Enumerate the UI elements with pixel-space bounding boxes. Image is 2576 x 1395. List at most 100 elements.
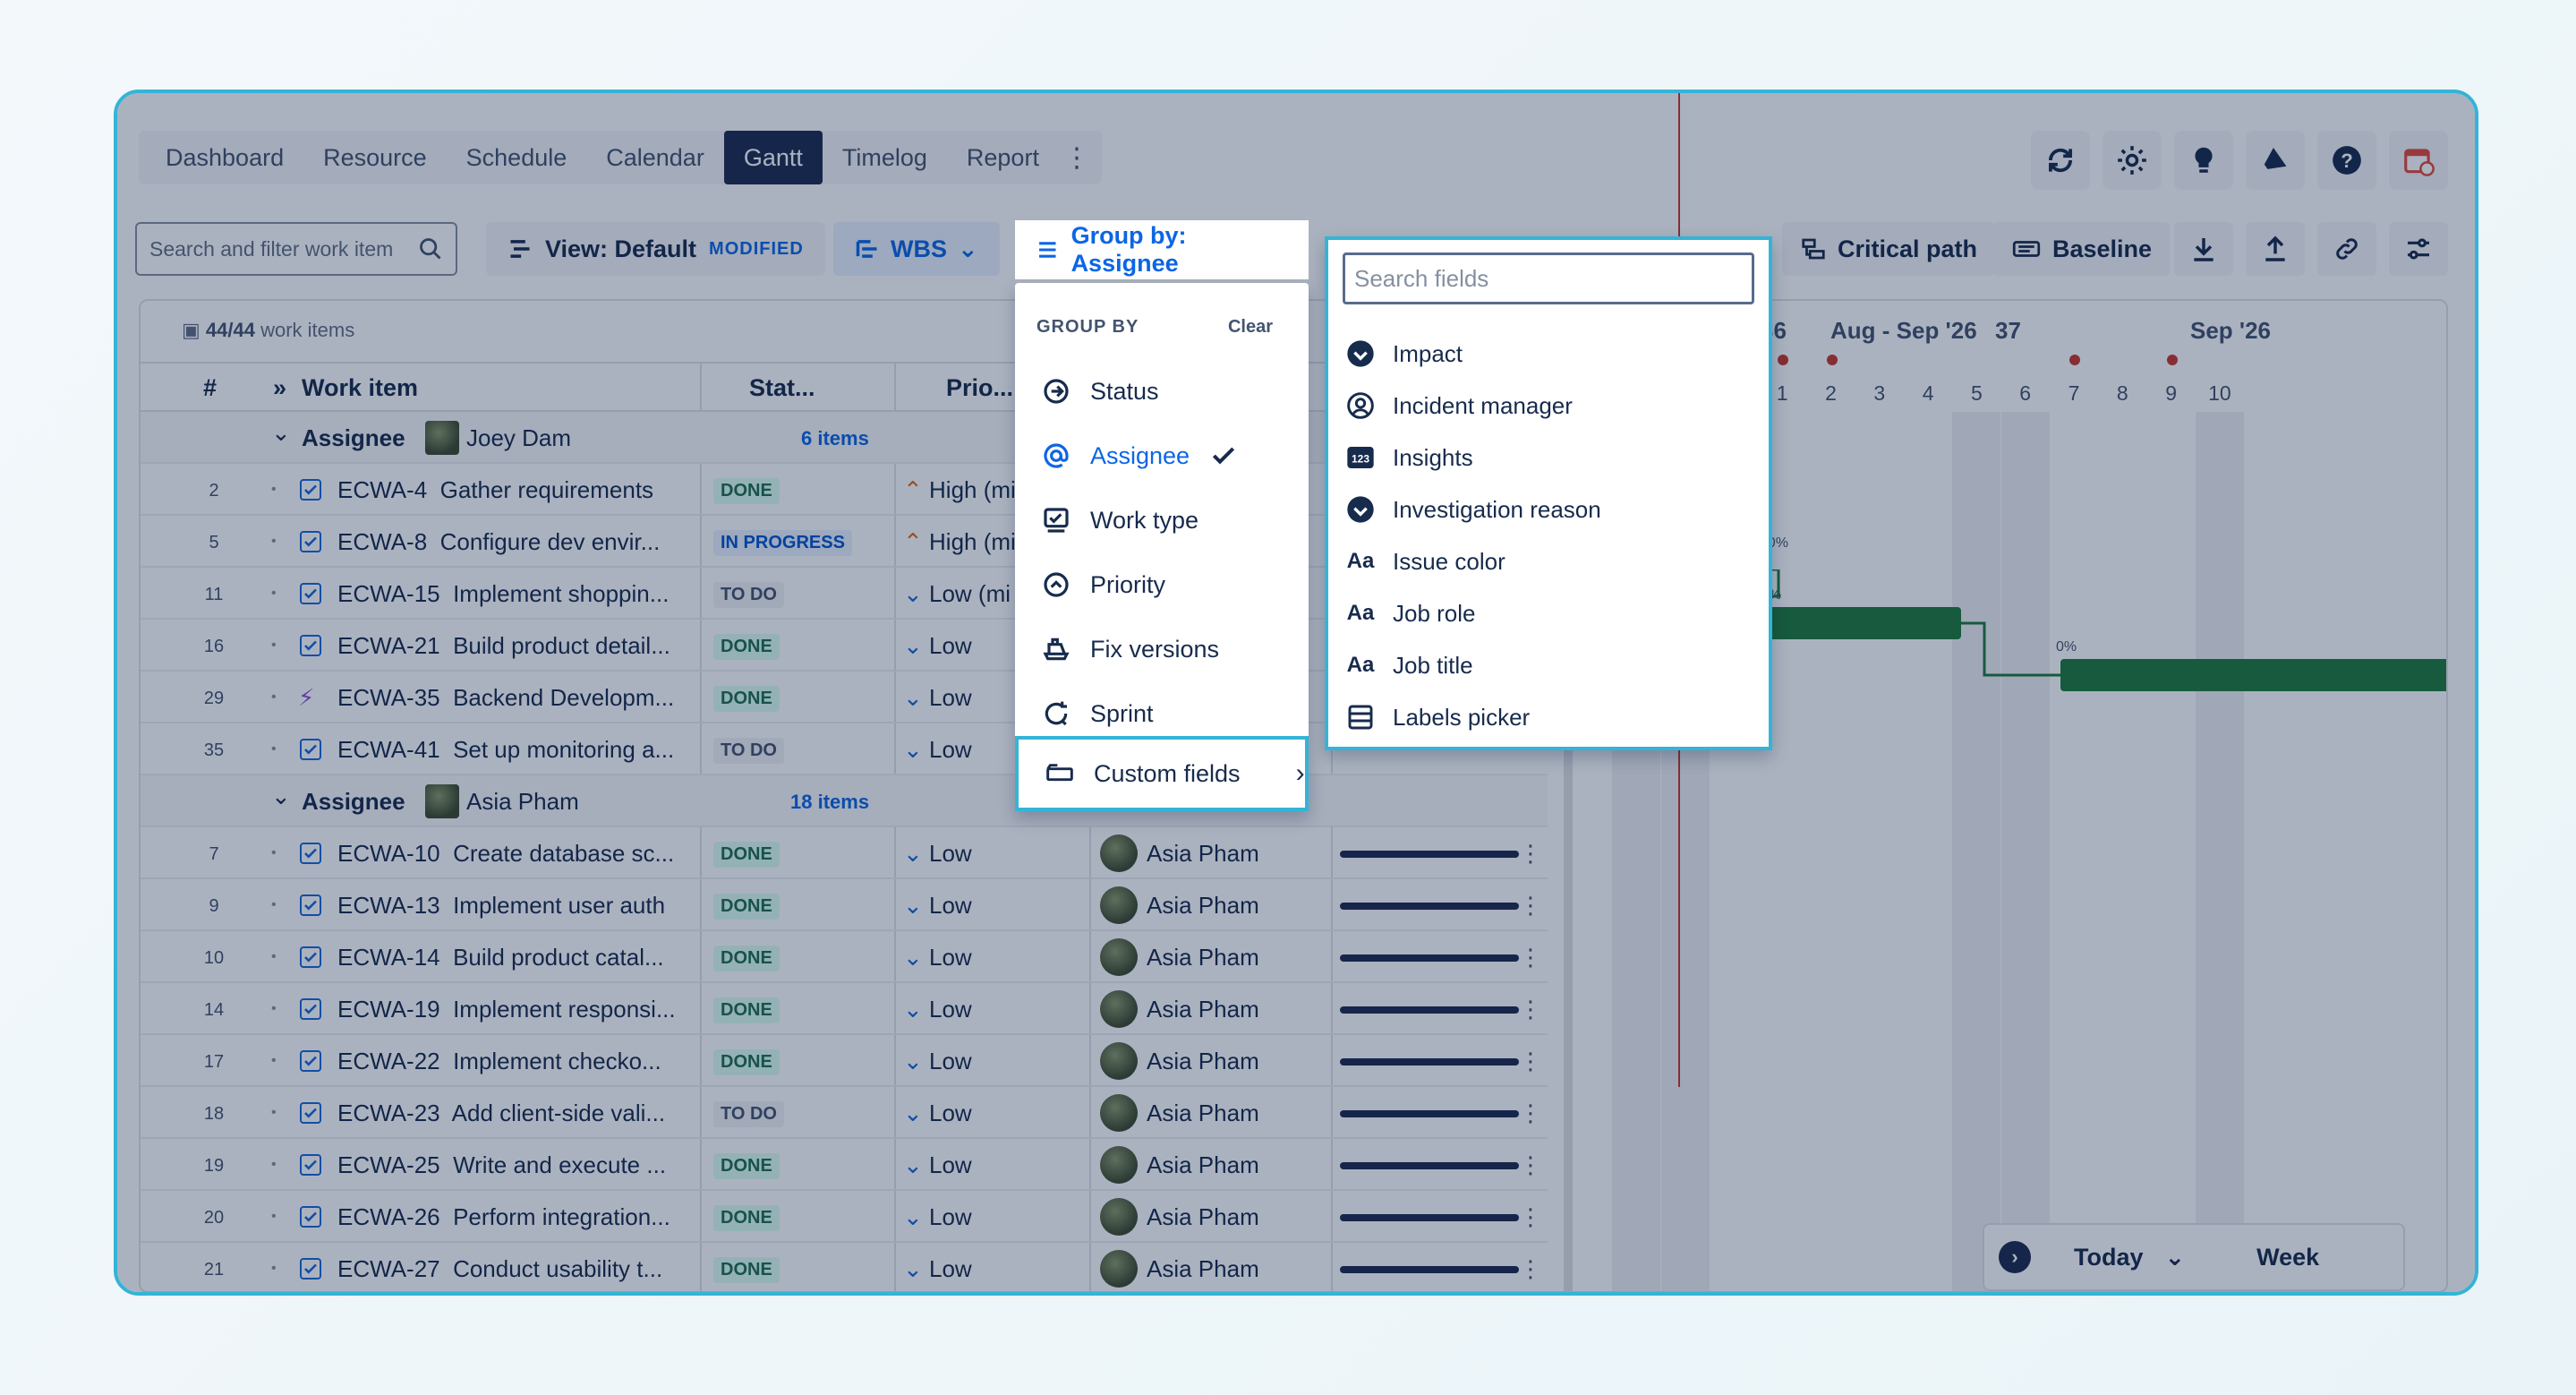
header-work-item[interactable]: Work item	[302, 374, 418, 402]
status-badge[interactable]: DONE	[713, 478, 780, 504]
help-icon[interactable]: ?	[2317, 131, 2376, 190]
status-badge[interactable]: TO DO	[713, 582, 784, 608]
work-item-key[interactable]: ECWA-14 Build product catal...	[337, 944, 664, 971]
priority-cell[interactable]: ⌄ Low	[903, 1255, 972, 1283]
chevron-down-icon[interactable]: ⌄	[2165, 1244, 2186, 1271]
tab-schedule[interactable]: Schedule	[447, 131, 587, 184]
custom-field-item[interactable]: Investigation reason	[1346, 484, 1601, 535]
work-item-title[interactable]: Add client-side vali...	[452, 1100, 665, 1126]
priority-cell[interactable]: ⌄ Low	[903, 944, 972, 971]
table-row[interactable]: 18 • ECWA-23 Add client-side vali... TO DO ⌄…	[141, 1087, 1548, 1139]
assignee-cell[interactable]: Asia Pham	[1100, 1094, 1259, 1132]
status-badge[interactable]: DONE	[713, 842, 780, 868]
work-item-key[interactable]: ECWA-27 Conduct usability t...	[337, 1255, 662, 1283]
status-badge[interactable]: DONE	[713, 1049, 780, 1075]
gear-icon[interactable]	[2103, 131, 2162, 190]
priority-cell[interactable]: ⌄ Low (mi	[903, 580, 1011, 608]
header-status[interactable]: Stat...	[749, 374, 815, 402]
priority-cell[interactable]: ⌄ Low	[903, 1203, 972, 1231]
group-row[interactable]: ⌄ Assignee Asia Pham 18 items	[141, 775, 1548, 827]
custom-field-item[interactable]: Aa Job title	[1346, 639, 1473, 691]
upload-icon[interactable]	[2246, 222, 2305, 276]
menu-item-custom-fields[interactable]: Custom fields ›	[1015, 736, 1309, 811]
work-item-key[interactable]: ECWA-13 Implement user auth	[337, 892, 665, 920]
work-item-title[interactable]: Gather requirements	[440, 476, 653, 503]
table-row[interactable]: 14 • ECWA-19 Implement responsi... DONE ⌄ Lo…	[141, 983, 1548, 1035]
work-item-key[interactable]: ECWA-8 Configure dev envir...	[337, 528, 660, 556]
calendar-clock-icon[interactable]	[2389, 131, 2448, 190]
table-row[interactable]: 10 • ECWA-14 Build product catal... DONE ⌄ L…	[141, 931, 1548, 983]
status-badge[interactable]: DONE	[713, 1205, 780, 1231]
search-input[interactable]: Search and filter work item	[135, 222, 457, 276]
table-row[interactable]: 17 • ECWA-22 Implement checko... DONE ⌄ Low A…	[141, 1035, 1548, 1087]
priority-cell[interactable]: ⌄ Low	[903, 736, 972, 764]
priority-cell[interactable]: ⌄ Low	[903, 1100, 972, 1127]
custom-field-item[interactable]: Labels picker	[1346, 691, 1530, 743]
custom-field-item[interactable]: Aa Issue color	[1346, 535, 1506, 587]
priority-cell[interactable]: ⌄ Low	[903, 892, 972, 920]
baseline-button[interactable]: Baseline	[1993, 222, 2171, 276]
group-by-button[interactable]: Group by: Assignee	[1015, 220, 1309, 279]
today-button[interactable]: Today	[2074, 1244, 2144, 1271]
settings-sliders-icon[interactable]	[2389, 222, 2448, 276]
wbs-button[interactable]: WBS ⌄	[833, 222, 1000, 276]
status-badge[interactable]: DONE	[713, 1153, 780, 1179]
work-item-title[interactable]: Implement shoppin...	[453, 580, 669, 607]
work-item-title[interactable]: Implement checko...	[453, 1048, 661, 1074]
row-menu-icon[interactable]: ⋮	[1519, 1203, 1542, 1231]
priority-cell[interactable]: ⌄ Low	[903, 1151, 972, 1179]
status-badge[interactable]: TO DO	[713, 738, 784, 764]
work-item-title[interactable]: Backend Developm...	[453, 684, 674, 711]
priority-cell[interactable]: ⌄ Low	[903, 632, 972, 660]
work-item-title[interactable]: Implement responsi...	[453, 996, 676, 1023]
assignee-cell[interactable]: Asia Pham	[1100, 1146, 1259, 1184]
work-item-title[interactable]: Perform integration...	[453, 1203, 670, 1230]
work-item-key[interactable]: ECWA-15 Implement shoppin...	[337, 580, 669, 608]
priority-cell[interactable]: ⌄ Low	[903, 684, 972, 712]
assignee-cell[interactable]: Asia Pham	[1100, 1042, 1259, 1080]
assignee-cell[interactable]: Asia Pham	[1100, 938, 1259, 976]
collapse-all-icon[interactable]: »	[273, 374, 286, 402]
table-row[interactable]: 9 • ECWA-13 Implement user auth DONE ⌄ Low As…	[141, 879, 1548, 931]
status-badge[interactable]: DONE	[713, 997, 780, 1023]
priority-cell[interactable]: ⌃ High (mi	[903, 528, 1016, 556]
work-item-title[interactable]: Configure dev envir...	[440, 528, 661, 555]
megaphone-icon[interactable]	[2246, 131, 2305, 190]
work-item-key[interactable]: ECWA-41 Set up monitoring a...	[337, 736, 674, 764]
table-row[interactable]: 21 • ECWA-27 Conduct usability t... DONE ⌄ L…	[141, 1243, 1548, 1291]
priority-cell[interactable]: ⌄ Low	[903, 840, 972, 868]
scale-select[interactable]: Week	[2256, 1244, 2319, 1271]
work-item-key[interactable]: ECWA-4 Gather requirements	[337, 476, 653, 504]
assignee-cell[interactable]: Asia Pham	[1100, 886, 1259, 924]
menu-item-status[interactable]: Status	[1015, 360, 1309, 423]
work-item-title[interactable]: Create database sc...	[453, 840, 674, 867]
work-item-key[interactable]: ECWA-10 Create database sc...	[337, 840, 674, 868]
tab-report[interactable]: Report	[947, 131, 1059, 184]
row-menu-icon[interactable]: ⋮	[1519, 892, 1542, 920]
assignee-cell[interactable]: Asia Pham	[1100, 1250, 1259, 1288]
work-item-key[interactable]: ECWA-25 Write and execute ...	[337, 1151, 666, 1179]
work-item-key[interactable]: ECWA-35 Backend Developm...	[337, 684, 674, 712]
tab-calendar[interactable]: Calendar	[586, 131, 724, 184]
work-item-key[interactable]: ECWA-26 Perform integration...	[337, 1203, 670, 1231]
lightbulb-icon[interactable]	[2174, 131, 2233, 190]
custom-field-item[interactable]: Aa Job role	[1346, 587, 1476, 639]
row-menu-icon[interactable]: ⋮	[1519, 944, 1542, 971]
status-badge[interactable]: DONE	[713, 686, 780, 712]
work-item-title[interactable]: Build product catal...	[453, 944, 664, 971]
table-row[interactable]: 19 • ECWA-25 Write and execute ... DONE ⌄ Lo…	[141, 1139, 1548, 1191]
table-row[interactable]: 7 • ECWA-10 Create database sc... DONE ⌄ Low…	[141, 827, 1548, 879]
work-item-title[interactable]: Set up monitoring a...	[453, 736, 674, 763]
priority-cell[interactable]: ⌃ High (mi	[903, 476, 1016, 504]
more-tabs-icon[interactable]: ⋮	[1059, 142, 1095, 174]
work-item-title[interactable]: Implement user auth	[453, 892, 665, 919]
link-icon[interactable]	[2317, 222, 2376, 276]
search-fields-input[interactable]: Search fields	[1343, 252, 1754, 304]
gantt-bar[interactable]	[2060, 659, 2446, 691]
work-item-key[interactable]: ECWA-19 Implement responsi...	[337, 996, 676, 1023]
status-badge[interactable]: DONE	[713, 894, 780, 920]
clear-button[interactable]: Clear	[1228, 317, 1273, 338]
menu-item-work-type[interactable]: Work type	[1015, 489, 1309, 552]
download-icon[interactable]	[2174, 222, 2233, 276]
critical-path-button[interactable]: Critical path	[1782, 222, 1996, 276]
